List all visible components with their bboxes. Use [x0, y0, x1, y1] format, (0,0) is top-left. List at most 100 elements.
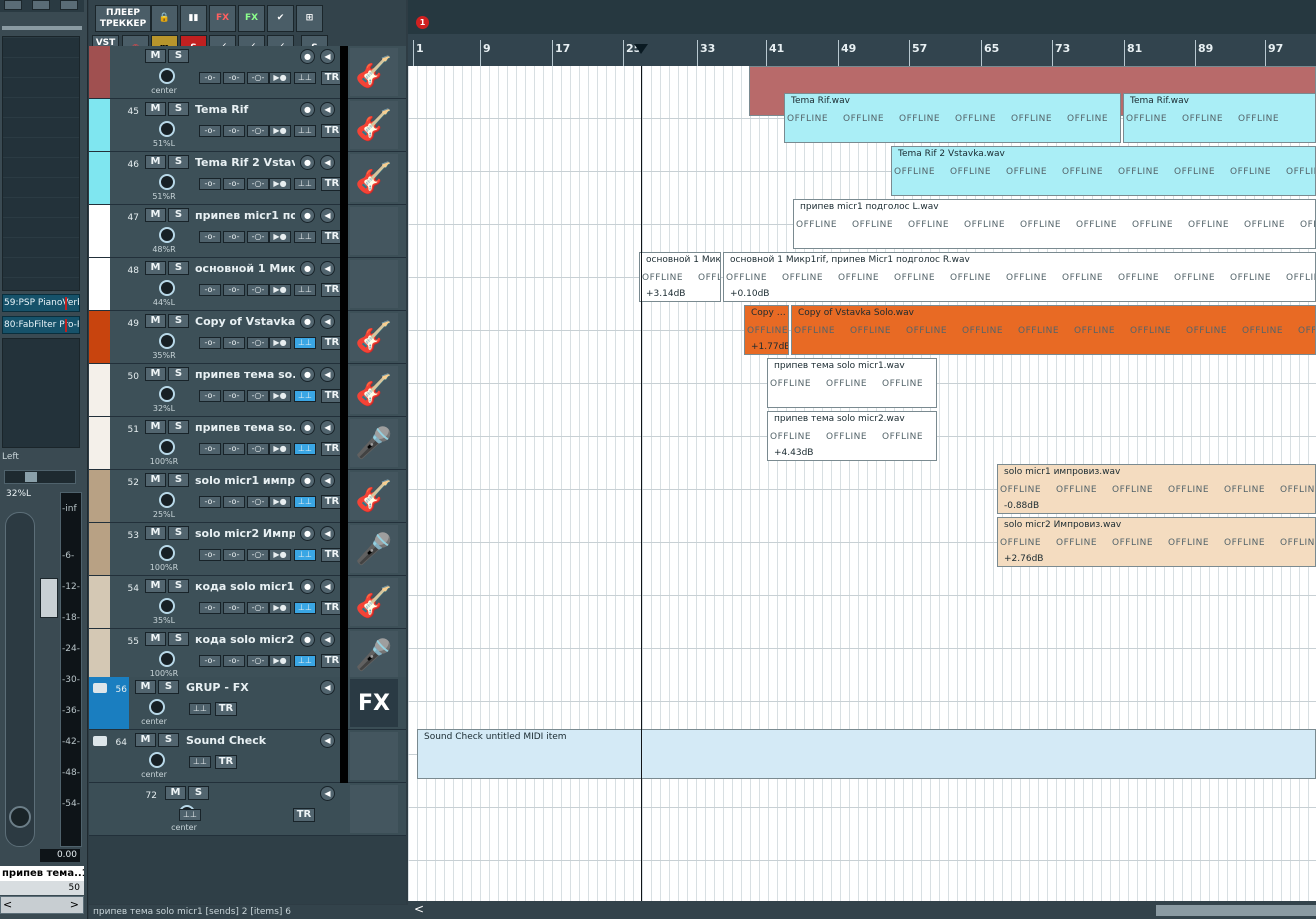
route-button[interactable]: ⊥⊥: [179, 809, 201, 821]
track-route-button[interactable]: -o-: [223, 496, 245, 508]
fx-show-button[interactable]: FX: [238, 5, 265, 32]
track-route-button[interactable]: -o-: [223, 602, 245, 614]
record-arm-icon[interactable]: ●: [300, 102, 315, 117]
record-arm-icon[interactable]: ●: [300, 208, 315, 223]
track-name[interactable]: solo micr1 импро:: [195, 474, 295, 489]
track-name[interactable]: [195, 50, 295, 65]
check-icon[interactable]: ✔: [267, 5, 294, 32]
media-item-tema-rif[interactable]: Tema Rif.wav OFFLINE OFFLINE OFFLINE OFFLINE…: [784, 93, 1121, 143]
monitor-icon[interactable]: ◀: [320, 473, 335, 488]
record-arm-icon[interactable]: ●: [300, 526, 315, 541]
folder-row[interactable]: 56 M S GRUP - FX center ⊥⊥ TR ◀ FX: [89, 677, 406, 730]
record-arm-icon[interactable]: ●: [300, 579, 315, 594]
tr-button[interactable]: TR: [215, 702, 237, 716]
volume-knob[interactable]: [159, 439, 175, 455]
mute-button[interactable]: M: [145, 155, 166, 169]
edit-icon[interactable]: [32, 0, 50, 10]
record-arm-icon[interactable]: ●: [300, 632, 315, 647]
mute-button[interactable]: M: [145, 49, 166, 63]
media-item-tema-rif[interactable]: Tema Rif.wav OFFLINE OFFLINE OFFLINE: [1123, 93, 1316, 143]
volume-knob[interactable]: [159, 174, 175, 190]
track-name[interactable]: solo micr2 Импро:: [195, 527, 295, 542]
track-route-button[interactable]: ▶●: [269, 390, 291, 402]
track-route-button[interactable]: -o-: [199, 390, 221, 402]
monitor-icon[interactable]: ◀: [320, 733, 335, 748]
route-button[interactable]: ⊥⊥: [189, 756, 211, 768]
volume-knob[interactable]: [159, 121, 175, 137]
mixer-icon[interactable]: ▮▮: [180, 5, 207, 32]
folder-row[interactable]: 72 M Scenter ⊥⊥ TR ◀: [89, 783, 406, 836]
track-route-button[interactable]: ⊥⊥: [294, 72, 316, 84]
monitor-icon[interactable]: ◀: [320, 261, 335, 276]
midi-item-sound-check[interactable]: Sound Check untitled MIDI item: [417, 729, 1316, 779]
fx-bypass-button[interactable]: FX: [209, 5, 236, 32]
mute-button[interactable]: M: [165, 786, 186, 800]
volume-knob[interactable]: [159, 651, 175, 667]
track-route-button[interactable]: ▶●: [269, 337, 291, 349]
solo-button[interactable]: S: [168, 155, 189, 169]
volume-knob[interactable]: [149, 752, 165, 768]
track-name[interactable]: Tema Rif: [195, 103, 295, 118]
mixer-icon-1[interactable]: [4, 0, 22, 10]
track-route-button[interactable]: -○-: [247, 284, 269, 296]
solo-button[interactable]: S: [168, 473, 189, 487]
record-arm-icon[interactable]: ●: [300, 314, 315, 329]
pan-slider[interactable]: [4, 470, 76, 484]
track-row[interactable]: M S ● ◀ center -o- -o- -○- ▶● ⊥⊥ TR 🎸: [89, 46, 406, 99]
media-item-osnovnoy[interactable]: основной 1 Микр1rif, припев Micr1 подгол…: [723, 252, 1316, 302]
media-item-solo2[interactable]: solo micr2 Импровиз.wav OFFLINE OFFLINE OFF…: [997, 517, 1316, 567]
track-route-button[interactable]: -o-: [223, 443, 245, 455]
track-route-button[interactable]: ⊥⊥: [294, 443, 316, 455]
track-row[interactable]: 52MSsolo micr1 импро:●◀25%L-o--o--○-▶●⊥⊥…: [89, 470, 406, 523]
scroll-right-icon[interactable]: >: [70, 898, 79, 911]
folder-name[interactable]: [186, 787, 286, 802]
record-arm-icon[interactable]: [9, 806, 31, 828]
track-route-button[interactable]: ⊥⊥: [294, 655, 316, 667]
track-route-button[interactable]: -○-: [247, 602, 269, 614]
mute-button[interactable]: M: [145, 579, 166, 593]
monitor-icon[interactable]: ◀: [320, 155, 335, 170]
track-route-button[interactable]: -o-: [199, 72, 221, 84]
solo-button[interactable]: S: [158, 733, 179, 747]
track-route-button[interactable]: -○-: [247, 390, 269, 402]
tr-button[interactable]: TR: [293, 808, 315, 822]
volume-knob[interactable]: [159, 280, 175, 296]
track-route-button[interactable]: ⊥⊥: [294, 549, 316, 561]
folder-name[interactable]: Sound Check: [186, 734, 286, 749]
mute-button[interactable]: M: [145, 208, 166, 222]
playhead-marker[interactable]: [634, 44, 648, 54]
solo-button[interactable]: S: [168, 102, 189, 116]
monitor-icon[interactable]: ◀: [320, 208, 335, 223]
track-route-button[interactable]: ⊥⊥: [294, 125, 316, 137]
media-item-pripev-solo1[interactable]: припев тема solo micr1.wav OFFLINE OFFLINE…: [767, 358, 937, 408]
monitor-icon[interactable]: ◀: [320, 102, 335, 117]
track-route-button[interactable]: -o-: [199, 178, 221, 190]
track-route-button[interactable]: -o-: [199, 496, 221, 508]
scroll-thumb[interactable]: [1156, 905, 1316, 916]
track-route-button[interactable]: -o-: [223, 72, 245, 84]
track-route-button[interactable]: ⊥⊥: [294, 602, 316, 614]
record-arm-icon[interactable]: ●: [300, 420, 315, 435]
track-route-button[interactable]: ▶●: [269, 496, 291, 508]
track-route-button[interactable]: ⊥⊥: [294, 178, 316, 190]
track-route-button[interactable]: ⊥⊥: [294, 231, 316, 243]
marker-lane[interactable]: [408, 0, 1316, 34]
track-name[interactable]: кода solo micr1 ии: [195, 580, 295, 595]
track-row[interactable]: 51MSприпев тема so..2●◀100%R-o--o--○-▶●⊥…: [89, 417, 406, 470]
track-route-button[interactable]: -○-: [247, 443, 269, 455]
track-route-button[interactable]: ▶●: [269, 549, 291, 561]
folder-row[interactable]: 64 M S Sound Check center ⊥⊥ TR ◀: [89, 730, 406, 783]
track-row[interactable]: 49MSCopy of Vstavka Sc●◀35%R-o--o--○-▶●⊥…: [89, 311, 406, 364]
monitor-icon[interactable]: ◀: [320, 786, 335, 801]
track-route-button[interactable]: -o-: [199, 284, 221, 296]
solo-button[interactable]: S: [168, 420, 189, 434]
monitor-icon[interactable]: ◀: [320, 420, 335, 435]
monitor-icon[interactable]: ◀: [320, 579, 335, 594]
track-name[interactable]: припев тема so..2: [195, 421, 295, 436]
mute-button[interactable]: M: [135, 680, 156, 694]
fx-slot-psp-pianoverb[interactable]: 59:PSP PianoVerb: [2, 294, 80, 312]
volume-fader[interactable]: [40, 578, 58, 618]
mixer-scrollbar[interactable]: < >: [0, 896, 84, 914]
track-name[interactable]: Copy of Vstavka Sc: [195, 315, 295, 330]
track-route-button[interactable]: -○-: [247, 549, 269, 561]
